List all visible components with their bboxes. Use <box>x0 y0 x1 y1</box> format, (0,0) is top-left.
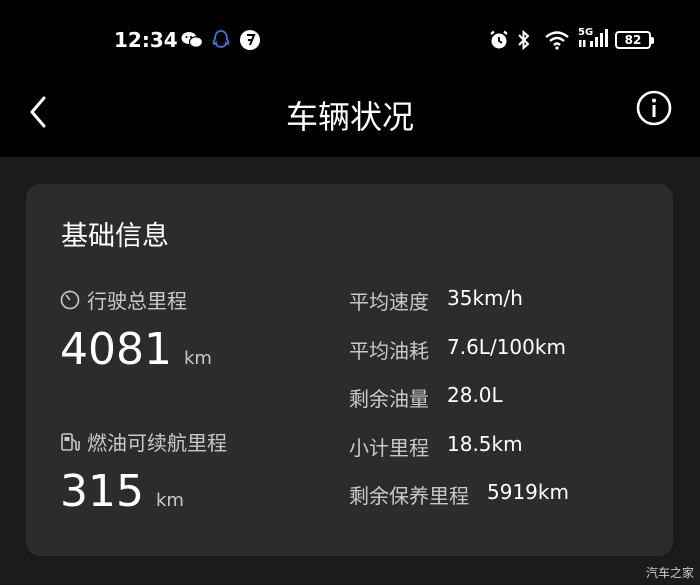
info-button[interactable] <box>634 88 674 128</box>
stat-value: 28.0L <box>447 383 503 407</box>
stat-label: 剩余油量 <box>349 387 429 411</box>
stat-value: 5919km <box>487 480 569 504</box>
battery-indicator: 82 <box>615 31 654 49</box>
wifi-icon <box>543 29 571 51</box>
range-number: 315 <box>60 466 144 517</box>
wechat-icon <box>180 29 204 51</box>
stat-label: 剩余保养里程 <box>349 484 469 508</box>
page-title: 车辆状况 <box>285 98 414 136</box>
qq-icon <box>210 29 232 51</box>
odometer-number: 4081 <box>60 324 172 375</box>
speedometer-icon <box>60 290 80 309</box>
status-time: 12:34 <box>114 28 178 52</box>
stat-label: 平均油耗 <box>349 339 429 363</box>
alarm-icon <box>488 29 510 51</box>
app-icon <box>238 29 262 51</box>
basic-info-card: 基础信息 行驶总里程 4081 km 燃油可续航里程 315 km 平均速度 3… <box>26 184 673 556</box>
stat-label: 小计里程 <box>349 436 429 460</box>
range-label: 燃油可续航里程 <box>59 427 227 456</box>
odometer-value: 4081 km <box>60 324 212 375</box>
stat-row-trip: 小计里程 18.5km <box>349 432 523 461</box>
card-title: 基础信息 <box>61 221 169 252</box>
watermark: 汽车之家 <box>645 566 694 580</box>
status-bar: 12:34 5G 82 <box>0 0 700 80</box>
bluetooth-icon <box>515 29 533 51</box>
stat-row-maintenance: 剩余保养里程 5919km <box>349 480 569 509</box>
stat-row-avg-fuel: 平均油耗 7.6L/100km <box>349 335 566 364</box>
stat-row-fuel-remaining: 剩余油量 28.0L <box>349 383 503 412</box>
battery-level: 82 <box>624 33 642 47</box>
stat-value: 18.5km <box>447 432 523 456</box>
stat-label: 平均速度 <box>349 290 429 314</box>
stat-value: 35km/h <box>447 286 523 310</box>
stat-value: 7.6L/100km <box>447 335 566 359</box>
app-bar: 车辆状况 <box>0 80 700 157</box>
odometer-label-text: 行驶总里程 <box>87 289 187 313</box>
range-label-text: 燃油可续航里程 <box>87 431 227 455</box>
stat-row-avg-speed: 平均速度 35km/h <box>349 286 523 315</box>
odometer-unit: km <box>183 348 212 369</box>
range-unit: km <box>155 490 184 511</box>
range-value: 315 km <box>60 466 184 517</box>
network-type: 5G <box>578 27 594 38</box>
info-icon <box>636 90 672 126</box>
signal-icon: 5G <box>578 27 608 49</box>
odometer-label: 行驶总里程 <box>59 285 187 314</box>
fuel-pump-icon <box>61 432 80 451</box>
